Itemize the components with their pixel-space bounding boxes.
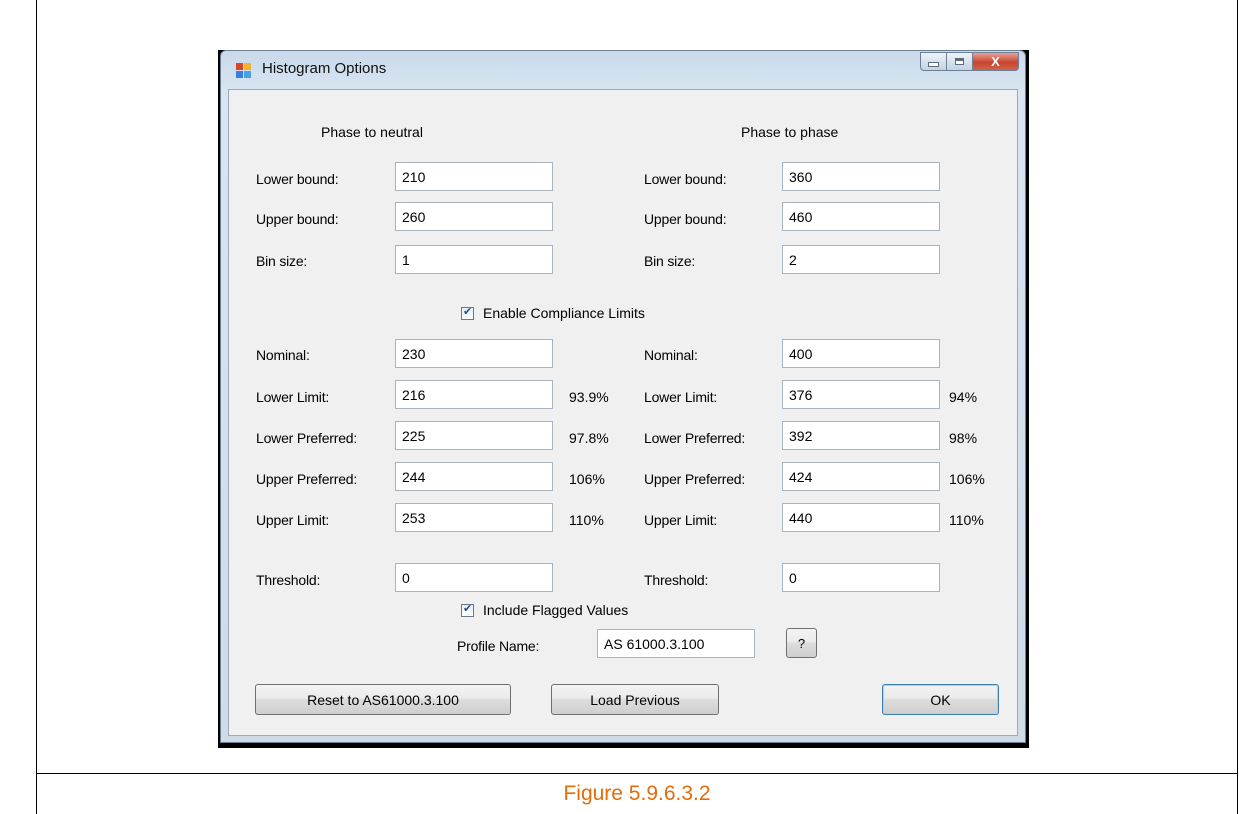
left-upper-limit-percent: 110% [569, 512, 604, 528]
left-lower-bound-label: Lower bound: [256, 171, 339, 187]
histogram-options-window: Histogram Options X Phase to neutral Pha… [218, 50, 1029, 748]
maximize-button[interactable] [947, 52, 973, 71]
window-controls: X [920, 52, 1019, 71]
left-upper-bound-label: Upper bound: [256, 211, 339, 227]
help-button[interactable]: ? [786, 628, 817, 658]
right-lower-preferred-input[interactable] [782, 421, 940, 450]
left-lower-limit-input[interactable] [395, 380, 553, 409]
left-nominal-input[interactable] [395, 339, 553, 368]
ok-button[interactable]: OK [882, 684, 999, 715]
right-lower-limit-percent: 94% [949, 389, 978, 405]
figure-caption: Figure 5.9.6.3.2 [563, 782, 711, 805]
title-bar[interactable]: Histogram Options X [221, 51, 1025, 89]
right-upper-preferred-label: Upper Preferred: [644, 471, 746, 487]
phase-to-phase-header: Phase to phase [741, 124, 839, 140]
left-bin-size-label: Bin size: [256, 253, 308, 269]
left-upper-bound-input[interactable] [395, 202, 553, 231]
left-threshold-input[interactable] [395, 563, 553, 592]
left-upper-preferred-input[interactable] [395, 462, 553, 491]
enable-compliance-limits-checkbox[interactable]: Enable Compliance Limits [461, 305, 645, 321]
left-upper-preferred-percent: 106% [569, 471, 605, 487]
maximize-icon [955, 58, 964, 65]
right-upper-limit-input[interactable] [782, 503, 940, 532]
right-bin-size-input[interactable] [782, 245, 940, 274]
dialog-client-area: Phase to neutral Phase to phase Lower bo… [228, 89, 1018, 736]
enable-compliance-label: Enable Compliance Limits [483, 305, 645, 321]
right-threshold-label: Threshold: [644, 572, 709, 588]
right-upper-bound-label: Upper bound: [644, 211, 727, 227]
right-lower-limit-input[interactable] [782, 380, 940, 409]
right-lower-bound-label: Lower bound: [644, 171, 727, 187]
profile-name-input[interactable] [597, 629, 755, 658]
minimize-button[interactable] [920, 52, 947, 71]
left-upper-limit-label: Upper Limit: [256, 512, 330, 528]
include-flagged-values-checkbox[interactable]: Include Flagged Values [461, 602, 628, 618]
left-threshold-label: Threshold: [256, 572, 321, 588]
close-button[interactable]: X [973, 52, 1019, 71]
include-flagged-label: Include Flagged Values [483, 602, 629, 618]
right-lower-preferred-percent: 98% [949, 430, 978, 446]
reset-button[interactable]: Reset to AS61000.3.100 [255, 684, 511, 715]
left-lower-limit-label: Lower Limit: [256, 389, 330, 405]
right-lower-limit-label: Lower Limit: [644, 389, 718, 405]
enable-compliance-check-icon [461, 305, 474, 320]
left-lower-preferred-input[interactable] [395, 421, 553, 450]
left-lower-preferred-percent: 97.8% [569, 430, 609, 446]
window-chrome: Histogram Options X Phase to neutral Pha… [220, 50, 1026, 743]
include-flagged-check-icon [461, 602, 474, 617]
left-upper-limit-input[interactable] [395, 503, 553, 532]
right-bin-size-label: Bin size: [644, 253, 696, 269]
right-lower-bound-input[interactable] [782, 162, 940, 191]
right-nominal-input[interactable] [782, 339, 940, 368]
right-threshold-input[interactable] [782, 563, 940, 592]
left-upper-preferred-label: Upper Preferred: [256, 471, 358, 487]
left-lower-preferred-label: Lower Preferred: [256, 430, 358, 446]
right-upper-bound-input[interactable] [782, 202, 940, 231]
app-icon [236, 63, 252, 79]
load-previous-button[interactable]: Load Previous [551, 684, 719, 715]
minimize-icon [928, 62, 939, 67]
left-nominal-label: Nominal: [256, 347, 310, 363]
right-upper-preferred-input[interactable] [782, 462, 940, 491]
profile-name-label: Profile Name: [457, 638, 540, 654]
left-bin-size-input[interactable] [395, 245, 553, 274]
caption-row: Figure 5.9.6.3.2 [36, 774, 1238, 814]
right-upper-limit-percent: 110% [949, 512, 984, 528]
phase-to-neutral-header: Phase to neutral [321, 124, 423, 140]
close-icon: X [991, 54, 1000, 69]
window-title: Histogram Options [262, 60, 387, 77]
right-upper-preferred-percent: 106% [949, 471, 985, 487]
right-lower-preferred-label: Lower Preferred: [644, 430, 746, 446]
right-upper-limit-label: Upper Limit: [644, 512, 718, 528]
right-nominal-label: Nominal: [644, 347, 698, 363]
left-lower-limit-percent: 93.9% [569, 389, 609, 405]
left-lower-bound-input[interactable] [395, 162, 553, 191]
